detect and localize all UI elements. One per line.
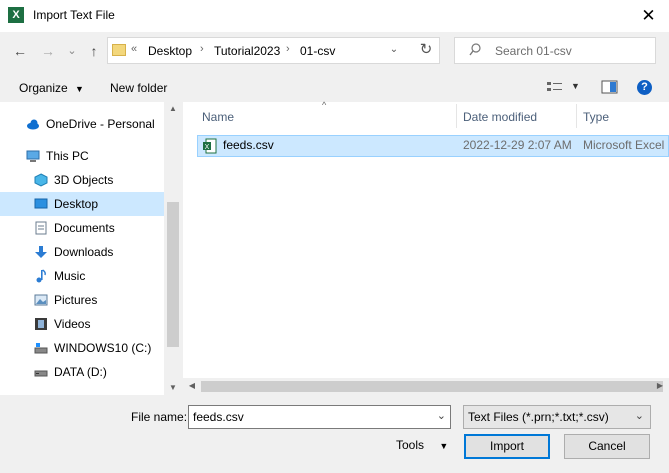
breadcrumb-01-csv[interactable]: 01-csv xyxy=(300,44,335,58)
sidebar-item-label: Videos xyxy=(54,317,91,331)
title-bar: X Import Text File ✕ xyxy=(0,0,669,32)
file-name-label: File name: xyxy=(131,410,188,424)
sidebar-item-music[interactable]: Music xyxy=(0,264,164,288)
sidebar-item-label: 3D Objects xyxy=(54,173,114,187)
up-folder-button[interactable]: ↑ xyxy=(84,40,104,62)
sidebar-item-this-pc[interactable]: This PC xyxy=(0,144,164,168)
cube-icon xyxy=(34,173,48,187)
sidebar-item-label: Downloads xyxy=(54,245,114,259)
sidebar-item-data-d[interactable]: DATA (D:) xyxy=(0,360,164,384)
organize-label: Organize xyxy=(19,81,68,95)
computer-icon xyxy=(26,150,40,162)
scroll-left-icon[interactable]: ◀ xyxy=(183,381,201,390)
column-divider[interactable] xyxy=(576,104,577,128)
scroll-down-icon[interactable]: ▼ xyxy=(164,383,182,392)
sort-ascending-icon: ^ xyxy=(322,100,327,110)
cancel-button[interactable]: Cancel xyxy=(564,434,650,459)
preview-pane-icon[interactable] xyxy=(601,80,619,97)
breadcrumb-separator[interactable]: › xyxy=(286,43,290,55)
video-icon xyxy=(35,318,47,330)
picture-icon xyxy=(34,294,48,306)
sidebar-item-label: OneDrive - Personal xyxy=(46,117,155,131)
view-options-icon[interactable] xyxy=(546,80,564,97)
sidebar-item-desktop[interactable]: Desktop xyxy=(0,192,164,216)
chevron-down-icon: ▼ xyxy=(75,84,84,94)
sidebar-item-videos[interactable]: Videos xyxy=(0,312,164,336)
sidebar-item-label: Pictures xyxy=(54,293,98,307)
music-icon xyxy=(36,269,46,283)
sidebar-item-label: Documents xyxy=(54,221,115,235)
navigation-pane[interactable]: OneDrive - Personal This PC 3D Objects D… xyxy=(0,102,182,395)
horizontal-scroll-thumb[interactable] xyxy=(201,381,663,392)
refresh-icon[interactable]: ↻ xyxy=(412,37,440,64)
breadcrumb-tutorial2023[interactable]: Tutorial2023 xyxy=(214,44,280,58)
download-icon xyxy=(35,246,47,258)
document-icon xyxy=(35,221,47,235)
scroll-up-icon[interactable]: ▲ xyxy=(164,104,182,113)
column-divider[interactable] xyxy=(456,104,457,128)
folder-icon xyxy=(112,44,126,56)
breadcrumb-desktop[interactable]: Desktop xyxy=(148,44,192,58)
sidebar-item-label: Music xyxy=(54,269,86,283)
sidebar-item-onedrive[interactable]: OneDrive - Personal xyxy=(0,112,164,136)
excel-file-icon: X xyxy=(203,138,217,157)
sidebar-item-label: Desktop xyxy=(54,197,99,211)
back-button[interactable]: ← xyxy=(10,40,30,62)
file-type-select[interactable]: Text Files (*.prn;*.txt;*.csv) ⌄ xyxy=(463,405,651,429)
sidebar-item-label: DATA (D:) xyxy=(54,365,107,379)
address-dropdown-icon[interactable]: ⌄ xyxy=(384,39,404,61)
file-type-cell: Microsoft Excel xyxy=(583,138,665,152)
sidebar-item-windows10-c[interactable]: WINDOWS10 (C:) xyxy=(0,336,164,360)
forward-button[interactable]: → xyxy=(38,40,58,62)
sidebar-item-pictures[interactable]: Pictures xyxy=(0,288,164,312)
file-date-cell: 2022-12-29 2:07 AM xyxy=(463,138,572,152)
sidebar-item-label: WINDOWS10 (C:) xyxy=(54,341,152,355)
search-box[interactable]: Search 01-csv xyxy=(454,37,656,64)
new-folder-button[interactable]: New folder xyxy=(110,81,167,95)
svg-text:X: X xyxy=(205,144,210,151)
sidebar-item-label: This PC xyxy=(46,149,89,163)
import-button[interactable]: Import xyxy=(464,434,550,459)
sidebar-scroll-thumb[interactable] xyxy=(167,202,179,347)
window-title: Import Text File xyxy=(33,8,115,22)
scroll-right-icon[interactable]: ▶ xyxy=(651,381,669,390)
drive-icon xyxy=(34,343,48,354)
close-button[interactable]: ✕ xyxy=(628,0,669,32)
tools-button[interactable]: Tools ▼ xyxy=(396,434,452,459)
recent-locations-button[interactable]: ⌄ xyxy=(62,40,82,62)
breadcrumb-overflow[interactable]: « xyxy=(131,43,137,55)
chevron-down-icon: ▼ xyxy=(439,441,449,451)
organize-button[interactable]: Organize ▼ xyxy=(19,81,84,95)
desktop-icon xyxy=(34,198,48,209)
chevron-down-icon[interactable]: ⌄ xyxy=(437,409,446,422)
search-icon xyxy=(469,43,481,60)
drive-icon xyxy=(34,370,48,377)
file-name-input[interactable]: feeds.csv ⌄ xyxy=(188,405,451,429)
file-name-cell[interactable]: feeds.csv xyxy=(223,138,274,152)
help-icon[interactable]: ? xyxy=(637,80,652,95)
chevron-down-icon: ⌄ xyxy=(634,410,644,422)
sidebar-item-documents[interactable]: Documents xyxy=(0,216,164,240)
breadcrumb-separator[interactable]: › xyxy=(200,43,204,55)
excel-app-icon: X xyxy=(8,7,24,23)
sidebar-item-downloads[interactable]: Downloads xyxy=(0,240,164,264)
view-dropdown-icon[interactable]: ▼ xyxy=(571,81,580,91)
search-input[interactable]: Search 01-csv xyxy=(495,44,572,58)
command-bar xyxy=(0,74,669,101)
cloud-icon xyxy=(27,119,39,130)
sidebar-item-3d-objects[interactable]: 3D Objects xyxy=(0,168,164,192)
